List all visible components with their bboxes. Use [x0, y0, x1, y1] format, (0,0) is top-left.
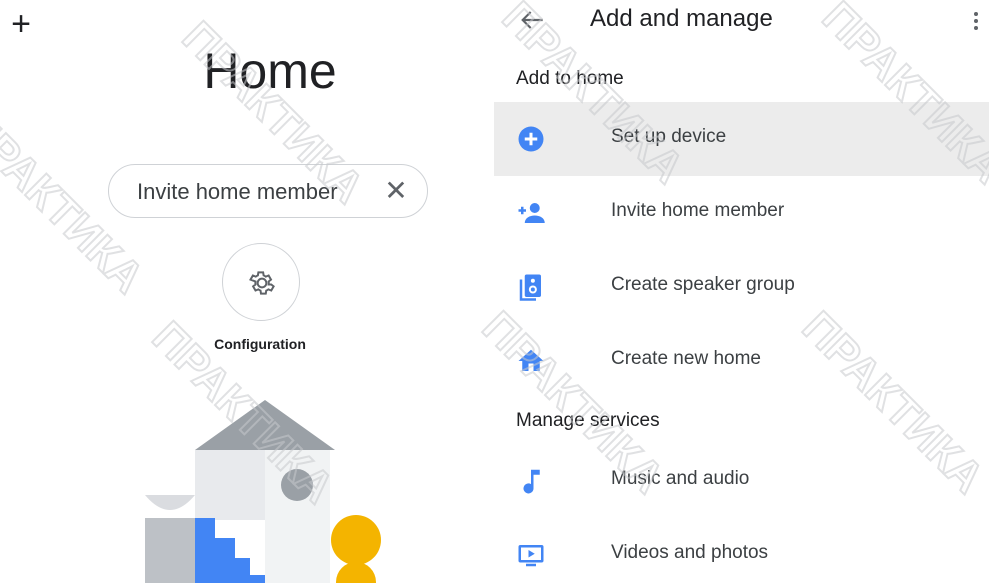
invite-home-member-chip[interactable]: Invite home member ✕ [108, 164, 428, 218]
plus-icon[interactable]: + [6, 6, 36, 42]
more-vert-icon[interactable] [966, 6, 986, 36]
create-new-home-item[interactable]: Create new home [494, 324, 989, 398]
item-label: Music and audio [611, 468, 750, 489]
invite-home-member-item[interactable]: Invite home member [494, 176, 989, 250]
item-label: Create speaker group [611, 274, 795, 295]
speaker-group-icon [519, 274, 541, 301]
add-and-manage-panel: Add and manage Add to home Set up device… [494, 0, 989, 583]
videos-and-photos-item[interactable]: Videos and photos [494, 518, 989, 583]
section-title-add-to-home: Add to home [516, 68, 624, 89]
home-icon [518, 349, 544, 371]
header-title: Add and manage [590, 5, 773, 32]
close-icon[interactable]: ✕ [381, 175, 411, 207]
video-icon [518, 545, 544, 567]
add-circle-icon [518, 126, 544, 152]
create-speaker-group-item[interactable]: Create speaker group [494, 250, 989, 324]
page-title: Home [203, 43, 337, 99]
item-label: Invite home member [611, 200, 785, 221]
configuration-label: Configuration [214, 336, 306, 352]
music-note-icon [523, 469, 540, 494]
set-up-device-item[interactable]: Set up device [494, 102, 989, 176]
item-label: Set up device [611, 126, 727, 147]
configuration-button[interactable] [222, 243, 300, 321]
music-and-audio-item[interactable]: Music and audio [494, 444, 989, 518]
item-label: Create new home [611, 348, 761, 369]
gear-icon [249, 271, 275, 295]
home-panel: + Home Invite home member ✕ Configuratio… [0, 0, 494, 583]
item-label: Videos and photos [611, 542, 769, 563]
section-title-manage-services: Manage services [516, 410, 660, 431]
house-illustration [145, 400, 381, 583]
arrow-back-icon[interactable] [516, 4, 548, 36]
chip-label: Invite home member [137, 179, 338, 204]
person-add-icon [518, 203, 545, 223]
